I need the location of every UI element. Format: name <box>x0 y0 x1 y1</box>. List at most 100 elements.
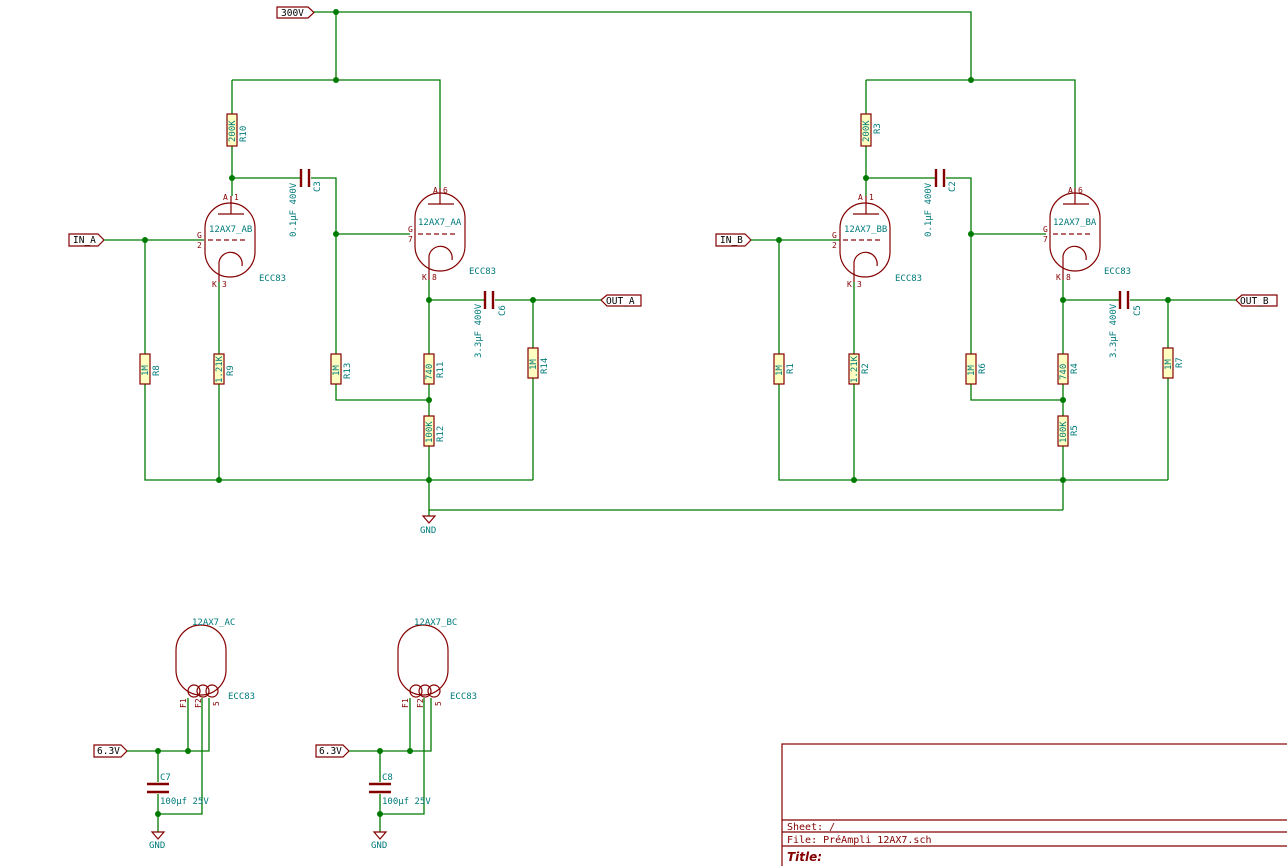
r12-value: 100K <box>425 421 435 443</box>
ab-pin-k-letter: K <box>212 280 217 289</box>
r1-ref: R1 <box>786 363 796 374</box>
resistor-r4[interactable]: 740 R4 <box>1057 353 1080 385</box>
aa-ref: 12AX7_AA <box>418 218 462 228</box>
r2-value: 1.21K <box>850 355 860 383</box>
capacitor-c7[interactable]: C7 100µf 25V <box>147 773 209 807</box>
bc-value: ECC83 <box>450 692 477 702</box>
aa-pin-k: 8 <box>432 273 437 282</box>
bb-pin-a: 1 <box>869 193 874 202</box>
triode-12ax7-bb[interactable]: A 1 G 2 K 3 12AX7_BB ECC83 <box>832 193 922 289</box>
c6-value: 3.3µF 400V <box>474 303 484 358</box>
label-300v[interactable]: 300V <box>276 6 315 19</box>
capacitor-c6[interactable]: C6 3.3µF 400V <box>474 291 508 358</box>
triode-12ax7-aa[interactable]: A 6 G 7 K 8 12AX7_AA ECC83 <box>408 186 496 282</box>
ab-pin-g-letter: G <box>197 231 202 240</box>
heater-12ax7-ac[interactable]: 12AX7_AC ECC83 F1 F2 5 <box>175 618 255 708</box>
triode-12ax7-ba[interactable]: A 6 G 7 K 8 12AX7_BA ECC83 <box>1043 186 1131 282</box>
resistor-r6[interactable]: 1M R6 <box>965 353 988 385</box>
label-out-a[interactable]: OUT_A <box>600 294 642 307</box>
r6-value: 1M <box>967 365 977 376</box>
r1-value: 1M <box>775 365 785 376</box>
label-6v3-a[interactable]: 6.3V <box>93 744 128 758</box>
ab-pin-a-letter: A <box>223 193 228 202</box>
ba-pin-k: 8 <box>1066 273 1071 282</box>
r3-value: 200K <box>862 120 872 142</box>
c2-value: 0.1µF 400V <box>924 182 934 237</box>
resistor-r11[interactable]: 740 R11 <box>423 353 446 385</box>
ba-value: ECC83 <box>1104 267 1131 277</box>
r8-value: 1M <box>141 365 151 376</box>
resistor-r13[interactable]: 1M R13 <box>330 353 353 385</box>
label-in-b[interactable]: IN_B <box>715 233 752 247</box>
ba-pin-g-letter: G <box>1043 225 1048 234</box>
resistor-r2[interactable]: 1.21K R2 <box>848 353 871 385</box>
gnd-symbol-c8: GND <box>371 831 388 851</box>
resistor-r1[interactable]: 1M R1 <box>773 353 796 385</box>
ac-value: ECC83 <box>228 692 255 702</box>
gnd-label-c8: GND <box>371 841 387 851</box>
bc-pin-fc: 5 <box>434 701 443 706</box>
aa-pin-g: 7 <box>408 235 413 244</box>
ba-pin-a: 6 <box>1078 186 1083 195</box>
label-in-a-text: IN_A <box>73 235 96 246</box>
c3-ref: C3 <box>313 181 323 192</box>
resistor-r10[interactable]: 200K R10 <box>226 113 249 147</box>
resistor-r3[interactable]: 200K R3 <box>860 113 883 147</box>
r12-ref: R12 <box>436 426 446 442</box>
heater-12ax7-bc[interactable]: 12AX7_BC ECC83 F1 F2 5 <box>397 618 477 708</box>
title-block-file: File: PréAmpli 12AX7.sch <box>787 834 932 846</box>
title-block-sheet: Sheet: / <box>787 822 835 833</box>
capacitor-c2[interactable]: C2 0.1µF 400V <box>924 169 958 237</box>
c5-value: 3.3µF 400V <box>1109 303 1119 358</box>
r11-value: 740 <box>425 364 435 380</box>
r4-value: 740 <box>1059 364 1069 380</box>
gnd-symbol-c7: GND <box>149 831 166 851</box>
capacitor-c8[interactable]: C8 100µf 25V <box>369 773 431 807</box>
ac-pin-f1: F1 <box>179 698 188 708</box>
r14-value: 1M <box>529 359 539 370</box>
label-out-a-text: OUT_A <box>606 296 635 307</box>
resistor-r7[interactable]: 1M R7 <box>1162 347 1185 379</box>
resistor-r14[interactable]: 1M R14 <box>527 347 550 379</box>
aa-value: ECC83 <box>469 267 496 277</box>
r5-ref: R5 <box>1070 425 1080 436</box>
label-6v3-b[interactable]: 6.3V <box>315 744 350 758</box>
schematic-canvas: 300V IN_A IN_B OUT_A OUT_B 6.3V 6.3V GND… <box>68 6 1287 866</box>
label-in-a[interactable]: IN_A <box>68 233 105 247</box>
c7-value: 100µf 25V <box>160 797 209 807</box>
capacitor-c5[interactable]: C5 3.3µF 400V <box>1109 291 1143 358</box>
aa-pin-a: 6 <box>443 186 448 195</box>
aa-pin-a-letter: A <box>433 186 438 195</box>
label-out-b[interactable]: OUT_B <box>1235 294 1278 307</box>
bb-pin-a-letter: A <box>858 193 863 202</box>
title-block-title: Title: <box>787 850 822 864</box>
bc-pin-f1: F1 <box>401 698 410 708</box>
r11-ref: R11 <box>436 362 446 378</box>
bc-pin-f2: F2 <box>416 698 425 708</box>
bb-pin-k-letter: K <box>847 280 852 289</box>
ab-ref: 12AX7_AB <box>209 225 252 235</box>
r6-ref: R6 <box>978 363 988 374</box>
ba-ref: 12AX7_BA <box>1053 218 1097 228</box>
r7-ref: R7 <box>1175 357 1185 368</box>
resistor-r8[interactable]: 1M R8 <box>139 353 162 385</box>
r13-value: 1M <box>332 365 342 376</box>
r8-ref: R8 <box>152 365 162 376</box>
resistor-r9[interactable]: 1.21K R9 <box>213 353 236 385</box>
bb-pin-g-letter: G <box>832 231 837 240</box>
capacitor-c3[interactable]: C3 0.1µF 400V <box>289 169 323 237</box>
title-block: Sheet: / File: PréAmpli 12AX7.sch Title: <box>781 743 1287 866</box>
resistor-r12[interactable]: 100K R12 <box>423 415 446 447</box>
junctions <box>142 9 1171 817</box>
triode-12ax7-ab[interactable]: A 1 G 2 K 3 12AX7_AB ECC83 <box>197 193 286 289</box>
r9-ref: R9 <box>226 365 236 376</box>
bb-pin-k: 3 <box>857 280 862 289</box>
ba-pin-a-letter: A <box>1068 186 1073 195</box>
label-6v3-b-text: 6.3V <box>319 746 342 757</box>
r10-value: 200K <box>228 120 238 142</box>
gnd-symbol-main: GND <box>420 510 437 536</box>
r3-ref: R3 <box>873 123 883 134</box>
c6-ref: C6 <box>498 305 508 316</box>
resistor-r5[interactable]: 100K R5 <box>1057 415 1080 447</box>
ab-pin-a: 1 <box>234 193 239 202</box>
